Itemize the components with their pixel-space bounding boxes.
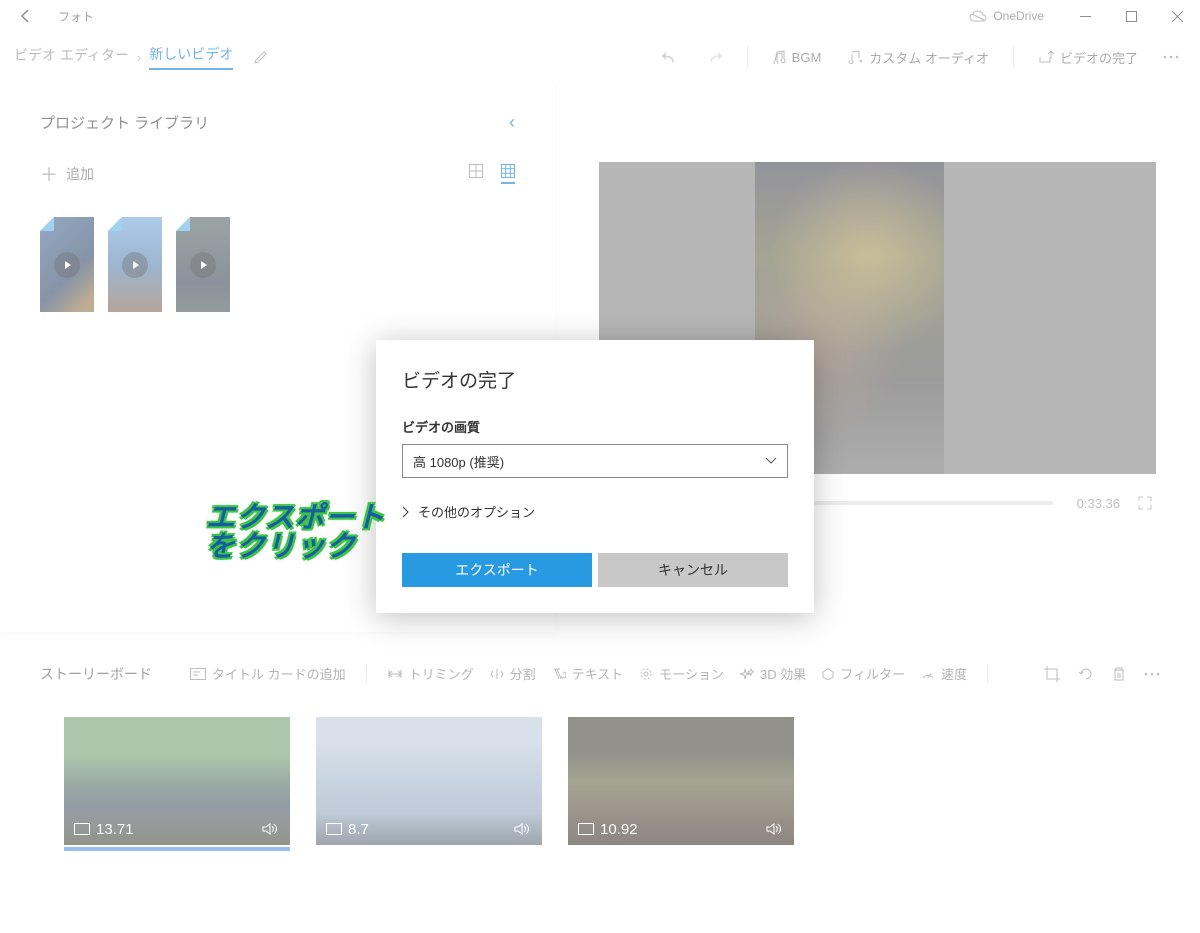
trim-icon [387,668,403,680]
project-library-title: プロジェクト ライブラリ [40,112,209,133]
redo-button[interactable] [697,42,731,72]
delete-button[interactable] [1112,666,1126,682]
filter-icon [822,668,834,680]
plus-icon: ＋ [40,161,58,187]
library-clip-1[interactable] [40,217,94,312]
view-large-icon[interactable] [469,164,483,184]
view-small-icon[interactable] [501,164,515,184]
export-dialog: ビデオの完了 ビデオの画質 高 1080p (推奨) その他のオプション エクス… [376,340,814,613]
storyboard-clip-2[interactable]: 8.7 [316,717,542,845]
motion-button[interactable]: モーション [633,660,730,687]
separator [366,665,367,683]
separator [747,46,748,68]
storyboard-clip-1[interactable]: 13.71 [64,717,290,845]
crop-button[interactable] [1044,666,1060,682]
add-title-card-button[interactable]: タイトル カードの追加 [184,660,352,687]
clip-icon [326,823,342,835]
chevron-down-icon [765,457,777,465]
split-icon [490,668,504,680]
speed-icon [921,668,935,680]
cloud-icon [969,10,987,22]
text-button[interactable]: テキスト [546,660,630,687]
split-button[interactable]: 分割 [484,660,542,687]
more-button[interactable] [1156,55,1186,59]
export-confirm-button[interactable]: エクスポート [402,553,592,587]
collapse-chevron-icon[interactable]: ‹ [509,112,515,133]
export-button[interactable]: ビデオの完了 [1030,42,1146,73]
3d-effects-button[interactable]: 3D 効果 [734,660,812,687]
motion-icon [639,668,653,680]
title-bar: フォト OneDrive [0,0,1200,32]
library-clip-3[interactable] [176,217,230,312]
separator [987,665,988,683]
filter-button[interactable]: フィルター [816,660,911,687]
play-icon [122,252,148,278]
breadcrumb: ビデオ エディター › 新しいビデオ [14,44,233,70]
maximize-button[interactable] [1108,0,1154,32]
more-button[interactable] [1144,672,1160,676]
volume-icon[interactable] [766,822,784,836]
app-title: フォト [58,8,94,25]
title-card-icon [190,668,206,680]
trim-button[interactable]: トリミング [381,660,480,687]
dialog-title: ビデオの完了 [402,366,788,393]
quality-value: 高 1080p (推奨) [413,452,504,471]
music-icon [772,50,786,64]
tutorial-annotation: エクスポート をクリック [206,504,385,562]
minimize-button[interactable] [1062,0,1108,32]
chevron-right-icon [402,506,410,518]
add-media-button[interactable]: ＋ 追加 [40,161,94,187]
clip-icon [74,823,90,835]
export-icon [1038,50,1054,64]
bgm-button[interactable]: BGM [764,44,830,71]
play-icon [190,252,216,278]
volume-icon[interactable] [514,822,532,836]
more-options-toggle[interactable]: その他のオプション [402,502,788,521]
close-button[interactable] [1154,0,1200,32]
custom-audio-button[interactable]: カスタム オーディオ [839,42,997,73]
undo-button[interactable] [653,42,687,72]
seek-bar[interactable] [774,501,1052,505]
speed-button[interactable]: 速度 [915,660,973,687]
separator [1013,46,1014,68]
total-time: 0:33.36 [1077,496,1120,511]
onedrive-button[interactable]: OneDrive [969,9,1044,23]
volume-icon[interactable] [262,822,280,836]
sparkle-icon [740,668,754,680]
text-icon [552,668,566,680]
quality-dropdown[interactable]: 高 1080p (推奨) [402,444,788,478]
storyboard-clips: 13.71 8.7 10.92 [0,687,1200,845]
breadcrumb-current[interactable]: 新しいビデオ [149,44,233,70]
quality-label: ビデオの画質 [402,417,788,436]
audio-custom-icon [847,50,863,64]
storyboard-title: ストーリーボード [40,664,152,684]
breadcrumb-editor[interactable]: ビデオ エディター [14,45,129,69]
rotate-button[interactable] [1078,666,1094,682]
play-icon [54,252,80,278]
library-clip-2[interactable] [108,217,162,312]
chevron-right-icon: › [137,50,141,65]
cancel-button[interactable]: キャンセル [598,553,788,587]
storyboard-clip-3[interactable]: 10.92 [568,717,794,845]
storyboard-toolbar: ストーリーボード タイトル カードの追加 トリミング 分割 テキスト モーション… [0,632,1200,687]
rename-icon[interactable] [253,49,269,65]
fullscreen-button[interactable] [1134,492,1156,514]
clip-icon [578,823,594,835]
back-button[interactable] [12,2,40,30]
onedrive-label: OneDrive [993,9,1044,23]
top-toolbar: ビデオ エディター › 新しいビデオ BGM カスタム オーディオ ビデオの完了 [0,32,1200,82]
